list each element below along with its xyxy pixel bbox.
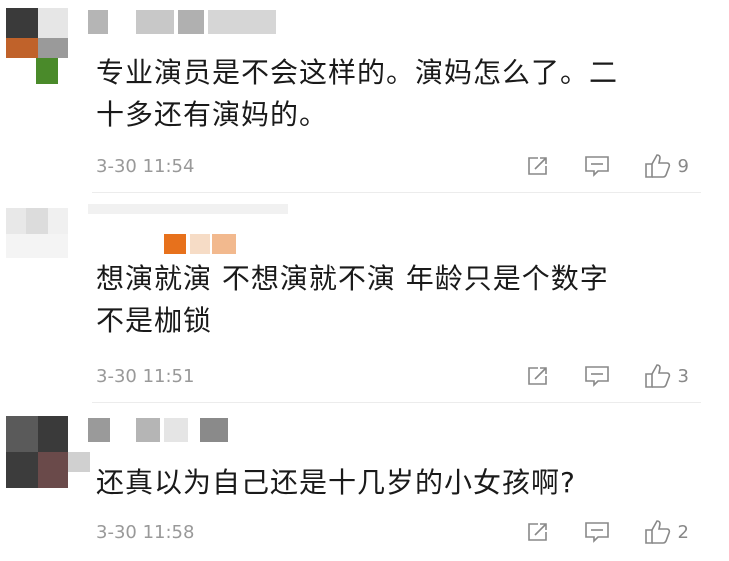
divider [92,192,701,193]
thumbs-up-icon [644,363,672,389]
comment-text: 专业演员是不会这样的。演妈怎么了。二 十多还有演妈的。 [96,52,696,136]
thumbs-up-icon [644,519,672,545]
like-button[interactable]: 3 [644,363,689,389]
comment-text-line: 十多还有演妈的。 [96,98,329,131]
comment-actions: 9 [492,153,689,179]
comment-item: 专业演员是不会这样的。演妈怎么了。二 十多还有演妈的。 3-30 11:54 9 [0,0,729,190]
comment-item: 想演就演 不想演就不演 年龄只是个数字 不是枷锁 3-30 11:51 3 [0,196,729,396]
edit-icon [526,154,550,178]
comment-timestamp: 3-30 11:54 [96,156,195,177]
share-button[interactable] [526,364,550,388]
thumbs-up-icon [644,153,672,179]
reply-button[interactable] [584,520,610,544]
avatar[interactable] [6,8,68,84]
comment-text-line: 想演就演 不想演就不演 年龄只是个数字 [96,262,609,295]
share-button[interactable] [526,520,550,544]
comment-text-line: 还真以为自己还是十几岁的小女孩啊? [96,466,576,499]
like-count: 9 [677,155,689,177]
edit-icon [526,520,550,544]
comment-text-line: 专业演员是不会这样的。演妈怎么了。二 [96,56,619,89]
divider [92,402,701,403]
username[interactable] [88,418,308,444]
reply-icon [584,154,610,178]
reply-button[interactable] [584,364,610,388]
username[interactable] [88,10,308,36]
comment-timestamp: 3-30 11:58 [96,522,195,543]
avatar[interactable] [6,208,68,272]
comment-text: 还真以为自己还是十几岁的小女孩啊? [96,462,696,504]
comment-item: 还真以为自己还是十几岁的小女孩啊? 3-30 11:58 2 [0,406,729,561]
like-button[interactable]: 2 [644,519,689,545]
reply-icon [584,520,610,544]
like-count: 3 [677,365,689,387]
comment-actions: 3 [492,363,689,389]
username[interactable] [88,202,308,254]
like-button[interactable]: 9 [644,153,689,179]
share-button[interactable] [526,154,550,178]
reply-icon [584,364,610,388]
comment-timestamp: 3-30 11:51 [96,366,195,387]
edit-icon [526,364,550,388]
like-count: 2 [677,521,689,543]
comment-text: 想演就演 不想演就不演 年龄只是个数字 不是枷锁 [96,258,696,342]
comment-text-line: 不是枷锁 [96,304,213,337]
comment-actions: 2 [492,519,689,545]
avatar[interactable] [6,416,90,488]
reply-button[interactable] [584,154,610,178]
